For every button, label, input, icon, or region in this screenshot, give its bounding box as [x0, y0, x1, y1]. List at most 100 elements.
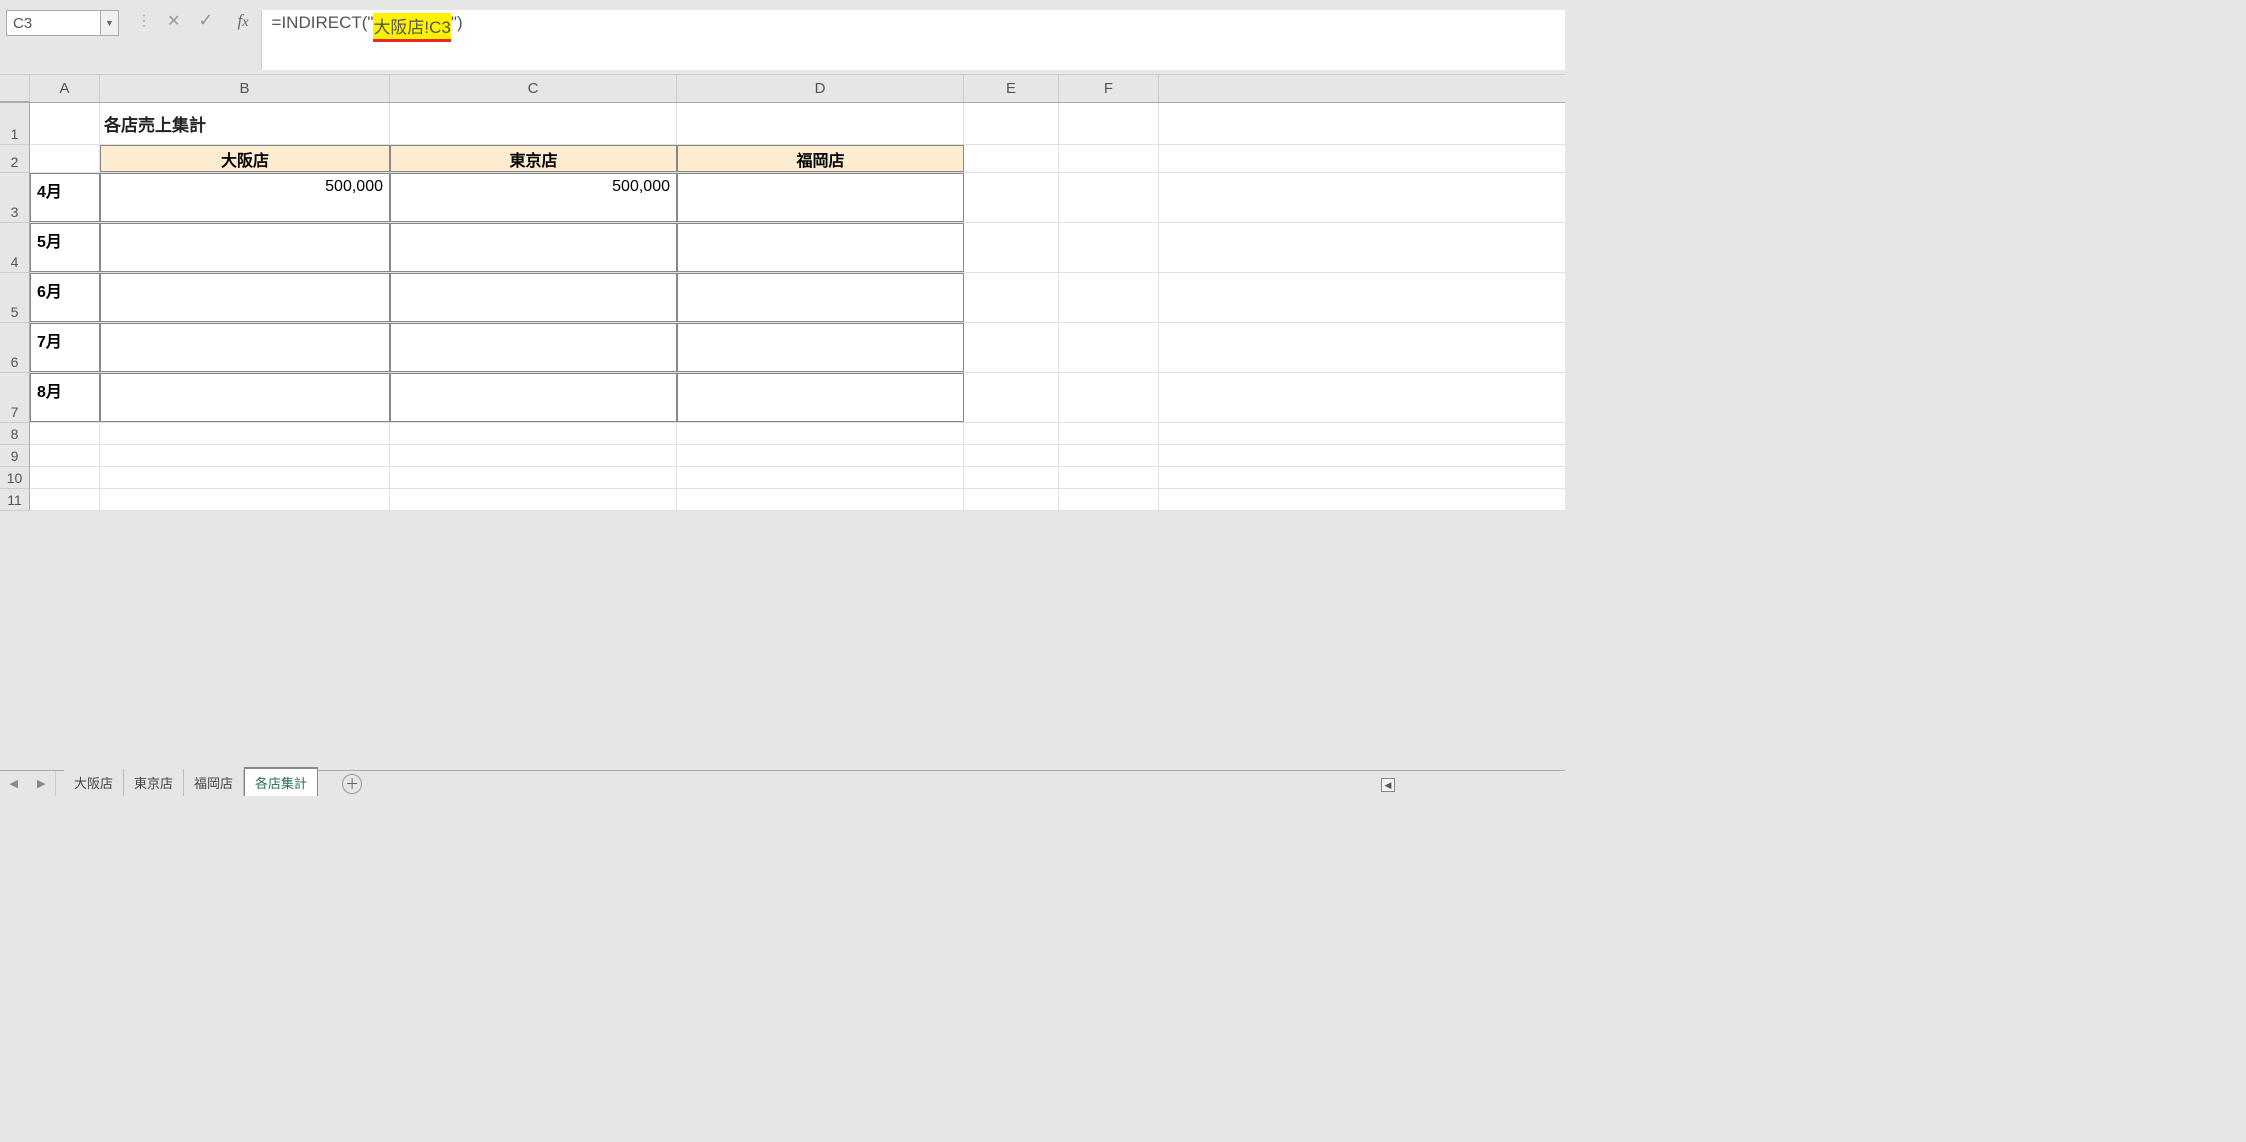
data-cell[interactable] — [677, 173, 964, 222]
enter-icon[interactable]: ✓ — [198, 10, 213, 31]
cell[interactable] — [964, 173, 1059, 222]
data-cell[interactable] — [677, 323, 964, 372]
hscroll-left-icon[interactable]: ◀ — [1381, 778, 1395, 792]
cell[interactable] — [964, 373, 1059, 422]
tab-nav[interactable]: ◀ ▶ — [0, 771, 56, 796]
col-header[interactable]: F — [1059, 75, 1159, 102]
col-header[interactable]: C — [390, 75, 677, 102]
data-cell[interactable] — [390, 223, 677, 272]
add-sheet-button[interactable]: ＋ — [342, 774, 362, 794]
data-cell[interactable] — [100, 223, 390, 272]
row-label[interactable]: 6月 — [30, 273, 100, 322]
cell[interactable] — [390, 445, 677, 466]
cell[interactable] — [964, 273, 1059, 322]
row-label[interactable]: 8月 — [30, 373, 100, 422]
cell[interactable] — [964, 467, 1059, 488]
cell[interactable] — [100, 467, 390, 488]
cell[interactable] — [1059, 489, 1159, 510]
col-header[interactable]: E — [964, 75, 1059, 102]
cell[interactable] — [964, 323, 1059, 372]
row-header[interactable]: 2 — [0, 145, 30, 173]
cell[interactable] — [964, 489, 1059, 510]
title-cell[interactable]: 各店売上集計 — [100, 103, 390, 144]
row-header[interactable]: 8 — [0, 423, 30, 445]
row-label[interactable]: 4月 — [30, 173, 100, 222]
cell[interactable] — [30, 467, 100, 488]
col-header[interactable]: D — [677, 75, 964, 102]
data-cell[interactable]: 500,000 — [100, 173, 390, 222]
data-cell[interactable] — [390, 373, 677, 422]
table-header[interactable]: 東京店 — [390, 145, 677, 172]
cell[interactable] — [964, 145, 1059, 172]
fx-icon[interactable]: fx — [238, 11, 249, 31]
row-header[interactable]: 7 — [0, 373, 30, 423]
cell[interactable] — [964, 423, 1059, 444]
cancel-icon[interactable]: ✕ — [167, 11, 180, 31]
data-cell[interactable]: 500,000 — [390, 173, 677, 222]
formula-menu-icon[interactable]: ⋮ — [137, 12, 149, 29]
cell[interactable] — [1059, 223, 1159, 272]
cell[interactable] — [677, 103, 964, 144]
formula-input[interactable]: =INDIRECT("大阪店!C3") — [261, 10, 1565, 70]
cell[interactable] — [964, 223, 1059, 272]
cell[interactable] — [390, 103, 677, 144]
row-header[interactable]: 3 — [0, 173, 30, 223]
name-box[interactable]: C3 — [6, 10, 101, 36]
cell[interactable] — [100, 445, 390, 466]
row-label[interactable]: 7月 — [30, 323, 100, 372]
data-cell[interactable] — [390, 273, 677, 322]
cell[interactable] — [1059, 373, 1159, 422]
row-header[interactable]: 11 — [0, 489, 30, 511]
tab-next-icon[interactable]: ▶ — [37, 777, 45, 790]
sheet-tab[interactable]: 大阪店 — [64, 769, 124, 796]
row-header[interactable]: 1 — [0, 103, 30, 145]
cell[interactable] — [100, 489, 390, 510]
table-header[interactable]: 大阪店 — [100, 145, 390, 172]
data-cell[interactable] — [677, 373, 964, 422]
row-header[interactable]: 5 — [0, 273, 30, 323]
cell[interactable] — [677, 423, 964, 444]
data-cell[interactable] — [390, 323, 677, 372]
cell[interactable] — [30, 423, 100, 444]
data-cell[interactable] — [100, 373, 390, 422]
cell[interactable] — [1059, 273, 1159, 322]
name-box-dropdown[interactable]: ▼ — [101, 10, 119, 36]
select-all-corner[interactable] — [0, 75, 30, 102]
cell[interactable] — [30, 145, 100, 172]
cell[interactable] — [1059, 423, 1159, 444]
cell[interactable] — [1059, 173, 1159, 222]
sheet-tab[interactable]: 東京店 — [124, 769, 184, 796]
cell[interactable] — [100, 423, 390, 444]
cell[interactable] — [964, 103, 1059, 144]
table-header[interactable]: 福岡店 — [677, 145, 964, 172]
cell[interactable] — [1059, 445, 1159, 466]
cell[interactable] — [1059, 467, 1159, 488]
cell[interactable] — [1059, 103, 1159, 144]
row-label[interactable]: 5月 — [30, 223, 100, 272]
col-header[interactable]: B — [100, 75, 390, 102]
cell[interactable] — [30, 489, 100, 510]
row-header[interactable]: 6 — [0, 323, 30, 373]
tab-prev-icon[interactable]: ◀ — [10, 777, 18, 790]
cell[interactable] — [390, 423, 677, 444]
cells-area[interactable]: 各店売上集計 大阪店 東京店 福岡店 4月 500,000 500,000 5月 — [30, 103, 1565, 511]
data-cell[interactable] — [677, 273, 964, 322]
cell[interactable] — [390, 489, 677, 510]
col-header[interactable]: A — [30, 75, 100, 102]
cell[interactable] — [677, 489, 964, 510]
data-cell[interactable] — [100, 323, 390, 372]
row-header[interactable]: 10 — [0, 467, 30, 489]
data-cell[interactable] — [100, 273, 390, 322]
cell[interactable] — [30, 445, 100, 466]
cell[interactable] — [1059, 323, 1159, 372]
row-header[interactable]: 4 — [0, 223, 30, 273]
cell[interactable] — [1059, 145, 1159, 172]
cell[interactable] — [390, 467, 677, 488]
cell[interactable] — [677, 467, 964, 488]
sheet-tab-active[interactable]: 各店集計 — [244, 767, 318, 796]
cell[interactable] — [964, 445, 1059, 466]
row-header[interactable]: 9 — [0, 445, 30, 467]
cell[interactable] — [677, 445, 964, 466]
data-cell[interactable] — [677, 223, 964, 272]
cell[interactable] — [30, 103, 100, 144]
